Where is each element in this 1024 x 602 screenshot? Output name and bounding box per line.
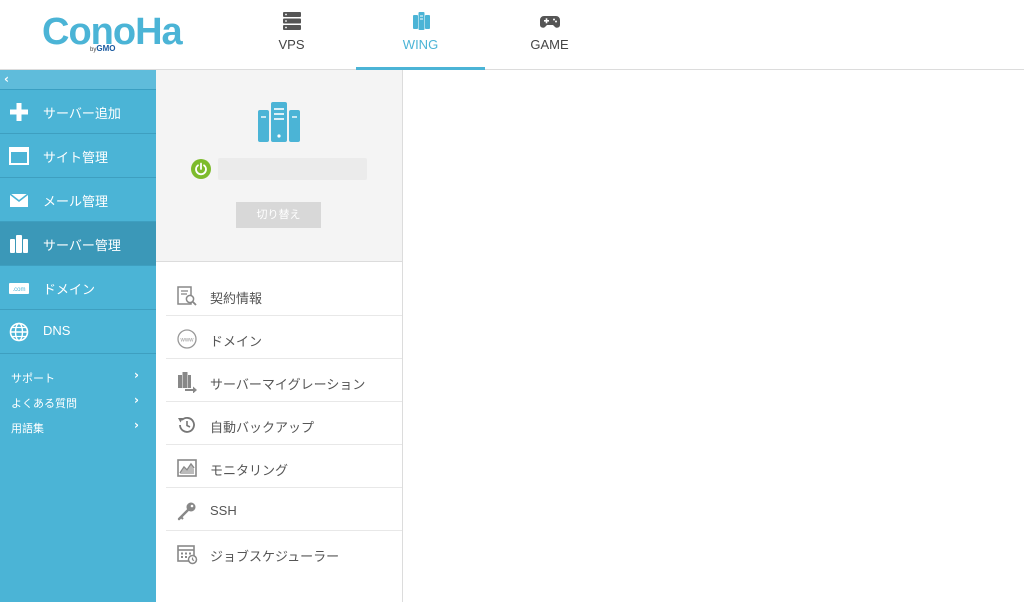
menu-item-ssh[interactable]: SSH	[156, 489, 402, 531]
sidebar-item-label: サーバー管理	[43, 238, 121, 253]
www-icon: www	[177, 329, 197, 349]
sidebar-item-label: ドメイン	[43, 282, 96, 297]
chevron-right-icon: ›	[134, 368, 139, 382]
menu-item-label: 自動バックアップ	[210, 420, 315, 435]
menu-divider	[166, 401, 402, 402]
sidebar-item-label: メール管理	[43, 194, 109, 209]
sidebar-item-site-management[interactable]: サイト管理	[0, 134, 156, 178]
server-icon	[258, 102, 300, 142]
power-status-button[interactable]	[191, 159, 211, 179]
logo-gmo: GMO	[96, 44, 116, 53]
sidebar-link-label: 用語集	[11, 423, 44, 435]
chevron-right-icon: ›	[134, 418, 139, 432]
server-icon	[10, 235, 28, 253]
migration-icon	[178, 372, 197, 393]
menu-item-label: モニタリング	[210, 463, 289, 478]
menu-item-label: SSH	[210, 503, 237, 518]
sidebar-item-label: DNS	[43, 323, 71, 338]
tab-vps[interactable]: VPS	[227, 0, 356, 70]
backup-history-icon	[178, 417, 195, 433]
contract-search-icon	[177, 286, 197, 306]
menu-item-monitoring[interactable]: モニタリング	[156, 446, 402, 488]
menu-item-label: ジョブスケジューラー	[210, 549, 340, 564]
scheduler-calendar-icon	[177, 545, 198, 565]
wing-servers-icon	[413, 12, 430, 30]
server-name-redacted	[218, 158, 367, 180]
left-sidebar: ‹ サーバー追加 サイト管理 メール管理 サーバー管理 .com ドメイン DN…	[0, 70, 156, 602]
menu-item-label: 契約情報	[210, 291, 263, 306]
sidebar-collapse-button[interactable]: ‹	[0, 70, 156, 90]
sidebar-item-mail-management[interactable]: メール管理	[0, 178, 156, 222]
conoha-logo[interactable]: ConoHa byGMO	[42, 10, 183, 60]
key-icon	[177, 502, 196, 521]
tab-wing[interactable]: WING	[356, 0, 485, 71]
top-header: ConoHa byGMO VPS WING GAME	[0, 0, 1024, 71]
menu-divider	[166, 444, 402, 445]
sidebar-link-glossary[interactable]: 用語集 ›	[0, 416, 156, 438]
menu-item-label: サーバーマイグレーション	[210, 377, 366, 392]
menu-item-server-migration[interactable]: サーバーマイグレーション	[156, 360, 402, 402]
sidebar-item-server-management[interactable]: サーバー管理	[0, 222, 156, 266]
menu-item-label: ドメイン	[210, 334, 263, 349]
plus-icon	[10, 103, 28, 121]
sidebar-item-label: サーバー追加	[43, 106, 121, 121]
window-icon	[9, 147, 29, 165]
envelope-icon	[9, 193, 29, 207]
dotcom-icon: .com	[9, 283, 29, 294]
menu-item-auto-backup[interactable]: 自動バックアップ	[156, 403, 402, 445]
server-panel: 切り替え 契約情報 www ドメイン サーバーマイグレーション 自動バックアップ…	[156, 70, 403, 602]
server-card: 切り替え	[156, 70, 402, 262]
tab-wing-label: WING	[402, 37, 439, 52]
svg-text:www: www	[180, 337, 195, 343]
sidebar-item-label: サイト管理	[43, 150, 109, 165]
power-icon	[195, 162, 207, 176]
sidebar-link-label: よくある質問	[11, 398, 77, 410]
menu-divider	[166, 530, 402, 531]
svg-text:.com: .com	[12, 287, 25, 293]
sidebar-link-support[interactable]: サポート ›	[0, 366, 156, 388]
tab-game[interactable]: GAME	[485, 0, 614, 70]
menu-divider	[166, 315, 402, 316]
sidebar-link-faq[interactable]: よくある質問 ›	[0, 391, 156, 413]
menu-divider	[166, 487, 402, 488]
monitoring-chart-icon	[177, 459, 197, 477]
server-rack-icon	[283, 12, 301, 30]
menu-item-domain[interactable]: www ドメイン	[156, 317, 402, 359]
sidebar-item-domain[interactable]: .com ドメイン	[0, 266, 156, 310]
menu-divider	[166, 358, 402, 359]
sidebar-item-add-server[interactable]: サーバー追加	[0, 90, 156, 134]
tab-vps-label: VPS	[278, 37, 305, 52]
tab-game-label: GAME	[530, 37, 569, 52]
logo-byline: byGMO	[90, 44, 115, 53]
chevron-left-icon: ‹	[4, 72, 9, 86]
sidebar-item-dns[interactable]: DNS	[0, 310, 156, 354]
main-content	[403, 70, 1024, 602]
sidebar-link-label: サポート	[11, 373, 55, 385]
chevron-right-icon: ›	[134, 393, 139, 407]
menu-item-job-scheduler[interactable]: ジョブスケジューラー	[156, 532, 402, 574]
globe-icon	[9, 322, 29, 342]
switch-server-button[interactable]: 切り替え	[236, 202, 321, 228]
menu-item-contract-info[interactable]: 契約情報	[156, 274, 402, 316]
gamepad-icon	[540, 16, 560, 28]
